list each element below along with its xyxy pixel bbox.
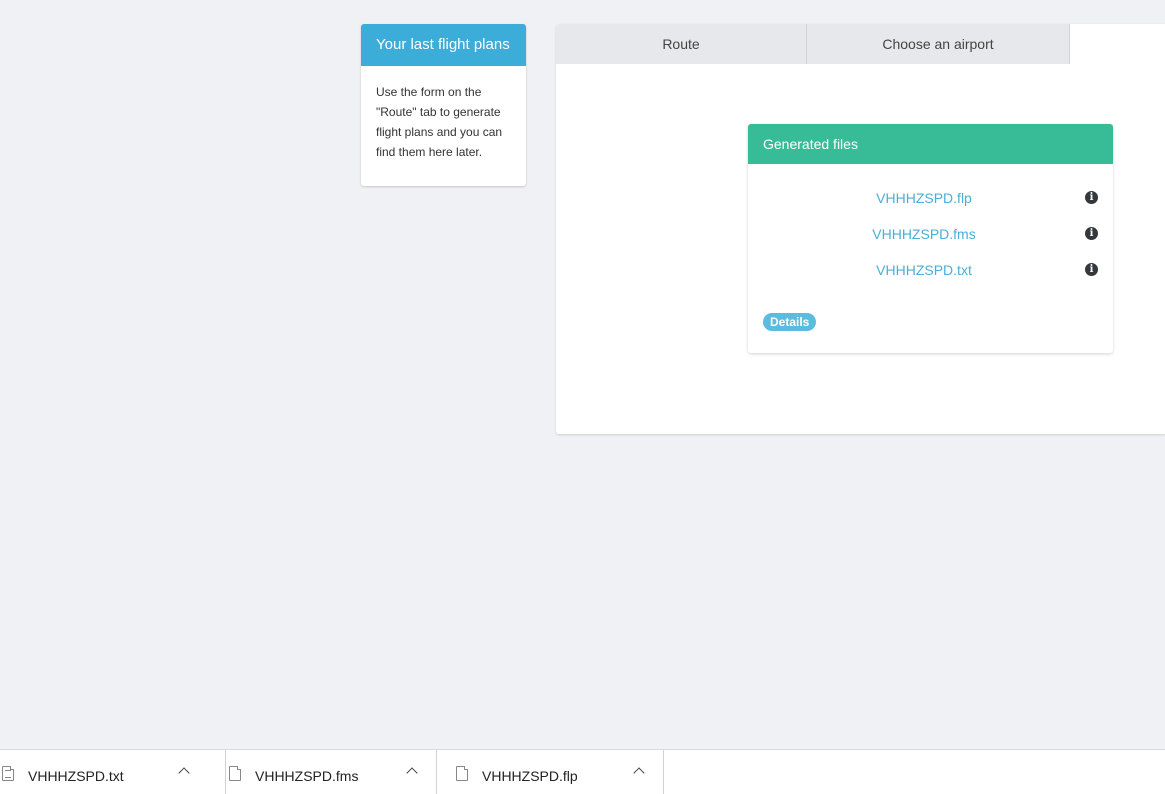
download-file-name: VHHHZSPD.flp bbox=[482, 768, 578, 784]
tab-bar: Route Choose an airport bbox=[556, 24, 1070, 64]
download-item[interactable]: VHHHZSPD.fms bbox=[210, 750, 437, 794]
download-item[interactable]: VHHHZSPD.flp bbox=[437, 750, 664, 794]
tab-choose-airport[interactable]: Choose an airport bbox=[807, 24, 1070, 64]
info-icon[interactable]: i bbox=[1085, 263, 1098, 276]
download-file-name: VHHHZSPD.fms bbox=[255, 768, 359, 784]
last-flight-plans-description: Use the form on the "Route" tab to gener… bbox=[376, 85, 503, 159]
chevron-up-icon[interactable] bbox=[633, 767, 645, 779]
tab-route[interactable]: Route bbox=[556, 24, 807, 64]
generated-files-title: Generated files bbox=[748, 124, 1113, 164]
info-icon[interactable]: i bbox=[1085, 227, 1098, 240]
last-flight-plans-title: Your last flight plans bbox=[361, 24, 526, 66]
file-link-txt[interactable]: VHHHZSPD.txt bbox=[748, 260, 1100, 280]
file-row: VHHHZSPD.flp i bbox=[748, 188, 1113, 208]
file-icon bbox=[229, 766, 241, 781]
file-row: VHHHZSPD.txt i bbox=[748, 260, 1113, 280]
download-bar: VHHHZSPD.txt VHHHZSPD.fms VHHHZSPD.flp bbox=[0, 749, 1165, 794]
file-row: VHHHZSPD.fms i bbox=[748, 224, 1113, 244]
page: Your last flight plans Use the form on t… bbox=[0, 0, 1165, 794]
main-panel: Route Choose an airport Generated files … bbox=[556, 24, 1165, 434]
details-button[interactable]: Details bbox=[763, 313, 817, 331]
download-file-name: VHHHZSPD.txt bbox=[28, 768, 124, 784]
file-link-flp[interactable]: VHHHZSPD.flp bbox=[748, 188, 1100, 208]
chevron-up-icon[interactable] bbox=[178, 767, 190, 779]
chevron-up-icon[interactable] bbox=[406, 767, 418, 779]
generated-files-card: Generated files VHHHZSPD.flp i VHHHZSPD.… bbox=[748, 124, 1113, 353]
file-link-fms[interactable]: VHHHZSPD.fms bbox=[748, 224, 1100, 244]
download-item[interactable]: VHHHZSPD.txt bbox=[0, 750, 226, 794]
file-icon bbox=[456, 766, 468, 781]
text-file-icon bbox=[2, 766, 14, 781]
last-flight-plans-panel: Your last flight plans Use the form on t… bbox=[361, 24, 526, 186]
info-icon[interactable]: i bbox=[1085, 191, 1098, 204]
